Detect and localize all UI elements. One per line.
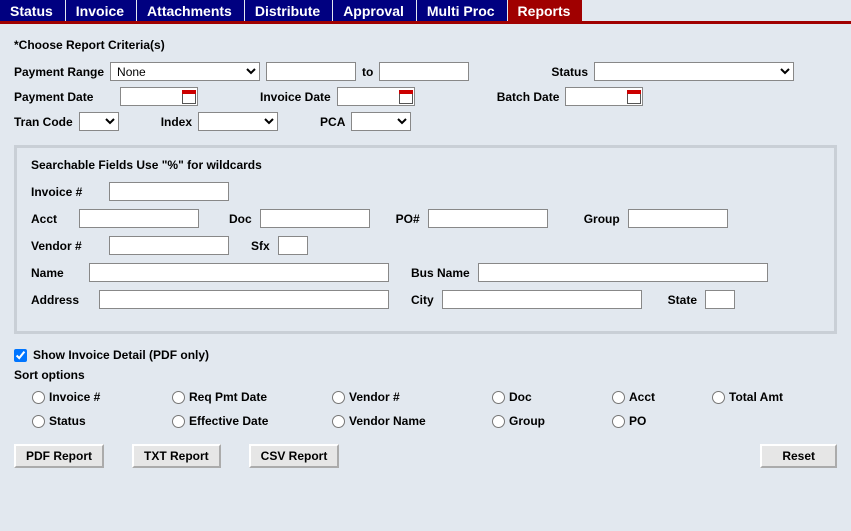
state-input[interactable] [705,290,735,309]
label-invoice-date: Invoice Date [260,90,331,104]
sort-doc[interactable]: Doc [492,390,612,404]
sort-vendor-no[interactable]: Vendor # [332,390,492,404]
index-select[interactable] [198,112,278,131]
label-payment-date: Payment Date [14,90,114,104]
label-to: to [362,65,373,79]
sort-options-header: Sort options [14,368,837,382]
city-input[interactable] [442,290,642,309]
invoice-no-input[interactable] [109,182,229,201]
calendar-icon[interactable] [181,89,197,105]
txt-report-button[interactable]: TXT Report [132,444,221,468]
name-input[interactable] [89,263,389,282]
tab-approval[interactable]: Approval [333,0,417,21]
label-state: State [668,293,697,307]
sort-vendor-name[interactable]: Vendor Name [332,414,492,428]
tab-bar: Status Invoice Attachments Distribute Ap… [0,0,851,24]
pca-select[interactable] [351,112,411,131]
label-tran-code: Tran Code [14,115,73,129]
calendar-icon[interactable] [398,89,414,105]
po-no-input[interactable] [428,209,548,228]
payment-date-field[interactable] [120,87,198,106]
invoice-date-field[interactable] [337,87,415,106]
label-po-no: PO# [396,212,420,226]
status-select[interactable] [594,62,794,81]
sfx-input[interactable] [278,236,308,255]
tab-status[interactable]: Status [0,0,66,21]
tran-code-select[interactable] [79,112,119,131]
reset-button[interactable]: Reset [760,444,837,468]
criteria-header: *Choose Report Criteria(s) [14,38,837,52]
label-payment-range: Payment Range [14,65,104,79]
tab-invoice[interactable]: Invoice [66,0,137,21]
label-pca: PCA [320,115,345,129]
label-group: Group [584,212,620,226]
label-batch-date: Batch Date [497,90,560,104]
tab-reports[interactable]: Reports [508,0,584,21]
label-vendor-no: Vendor # [31,239,101,253]
label-doc: Doc [229,212,252,226]
show-invoice-detail-checkbox[interactable] [14,349,27,362]
payment-range-select[interactable]: None [110,62,260,81]
sort-effective-date[interactable]: Effective Date [172,414,332,428]
searchable-fields-group: Searchable Fields Use "%" for wildcards … [14,145,837,334]
group-input[interactable] [628,209,728,228]
calendar-icon[interactable] [626,89,642,105]
tab-distribute[interactable]: Distribute [245,0,333,21]
fieldset-legend: Searchable Fields Use "%" for wildcards [31,158,820,172]
label-city: City [411,293,434,307]
batch-date-field[interactable] [565,87,643,106]
label-sfx: Sfx [251,239,270,253]
sort-status[interactable]: Status [32,414,172,428]
tab-attachments[interactable]: Attachments [137,0,245,21]
sort-options: Invoice # Req Pmt Date Vendor # Doc Acct… [32,390,837,428]
label-invoice-no: Invoice # [31,185,101,199]
sort-acct[interactable]: Acct [612,390,712,404]
label-bus-name: Bus Name [411,266,470,280]
sort-invoice-no[interactable]: Invoice # [32,390,172,404]
acct-input[interactable] [79,209,199,228]
pdf-report-button[interactable]: PDF Report [14,444,104,468]
sort-req-pmt-date[interactable]: Req Pmt Date [172,390,332,404]
bus-name-input[interactable] [478,263,768,282]
label-acct: Acct [31,212,71,226]
label-status: Status [551,65,588,79]
label-index: Index [161,115,192,129]
doc-input[interactable] [260,209,370,228]
label-address: Address [31,293,91,307]
payment-range-from[interactable] [266,62,356,81]
vendor-no-input[interactable] [109,236,229,255]
sort-total-amt[interactable]: Total Amt [712,390,832,404]
sort-po[interactable]: PO [612,414,712,428]
tab-multi-proc[interactable]: Multi Proc [417,0,508,21]
label-name: Name [31,266,81,280]
label-show-invoice-detail: Show Invoice Detail (PDF only) [33,348,209,362]
address-input[interactable] [99,290,389,309]
payment-range-to[interactable] [379,62,469,81]
sort-group[interactable]: Group [492,414,612,428]
csv-report-button[interactable]: CSV Report [249,444,340,468]
